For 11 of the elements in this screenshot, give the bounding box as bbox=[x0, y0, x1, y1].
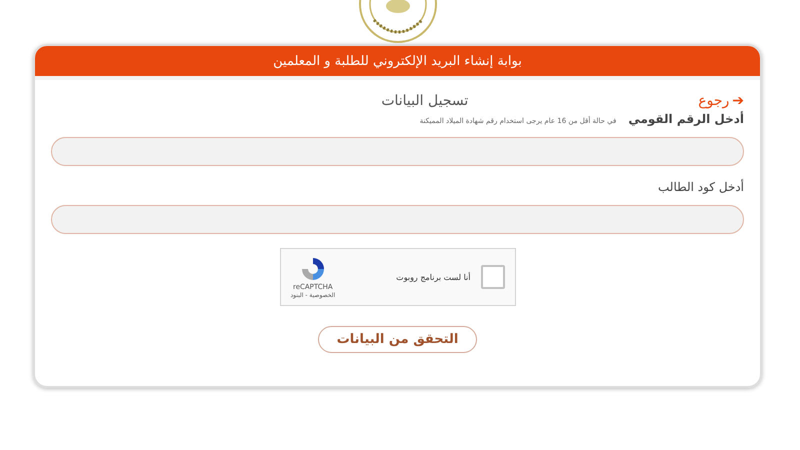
input-field[interactable] bbox=[51, 137, 744, 166]
back-link[interactable]: ➔ رجوع bbox=[698, 93, 744, 109]
portal-title: بوابة إنشاء البريد الإلكتروني للطلبة و المعلمين bbox=[273, 54, 522, 68]
captcha-checkbox[interactable] bbox=[480, 265, 504, 289]
field-label: أدخل الرقم القومي bbox=[628, 112, 744, 126]
field-label: أدخل كود الطالب bbox=[658, 180, 744, 194]
verify-button[interactable]: التحقق من البيانات bbox=[318, 326, 478, 353]
recaptcha-logo-icon bbox=[300, 256, 326, 282]
form-title: تسجيل البيانات bbox=[381, 93, 468, 109]
input-field[interactable] bbox=[51, 205, 744, 234]
captcha-label: أنا لست برنامج روبوت bbox=[396, 272, 470, 282]
